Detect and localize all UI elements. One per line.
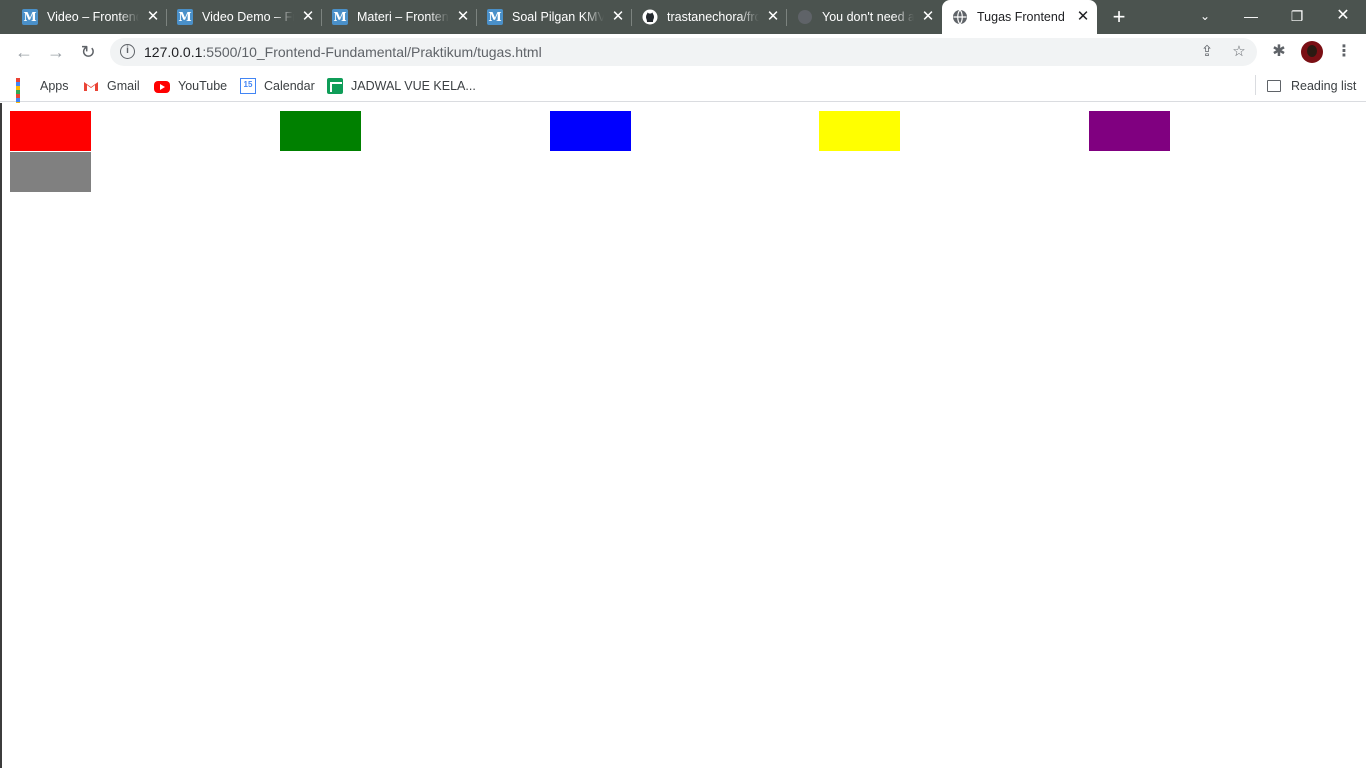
apps-grid-icon: [16, 78, 32, 114]
site-info-icon[interactable]: i: [120, 44, 135, 59]
tab-video-demo[interactable]: M Video Demo – Frontend ✕: [167, 0, 322, 34]
reload-icon[interactable]: ↻: [76, 41, 100, 63]
yellow-box: [819, 111, 900, 151]
tab-github[interactable]: trastanechora/frontend ✕: [632, 0, 787, 34]
reading-list-icon: [1267, 80, 1281, 92]
new-tab-button[interactable]: +: [1109, 6, 1129, 28]
tab-title: Materi – Frontend: [357, 10, 449, 24]
close-icon[interactable]: ✕: [765, 9, 781, 25]
menu-icon[interactable]: ⋮: [1334, 42, 1354, 62]
share-icon[interactable]: ⇪: [1198, 43, 1216, 61]
bookmark-label: Calendar: [264, 79, 315, 93]
url-host: 127.0.0.1: [144, 44, 203, 60]
browser-toolbar: ← → ↻ i 127.0.0.1:5500/10_Frontend-Funda…: [0, 34, 1366, 70]
url-path: :5500/10_Frontend-Fundamental/Praktikum/…: [202, 44, 542, 60]
tab-title: trastanechora/frontend: [667, 10, 759, 24]
close-icon[interactable]: ✕: [455, 9, 471, 25]
purple-box: [1089, 111, 1170, 151]
m-icon: M: [177, 9, 193, 25]
blue-box: [550, 111, 631, 151]
globe-icon: [797, 9, 813, 25]
close-icon[interactable]: ✕: [920, 9, 936, 25]
m-icon: M: [487, 9, 503, 25]
tab-strip: M Video – Frontend ✕ M Video Demo – Fron…: [0, 0, 1366, 34]
tab-soal-pilgan[interactable]: M Soal Pilgan KMVue ✕: [477, 0, 632, 34]
m-icon: M: [22, 9, 38, 25]
youtube-icon: [154, 81, 170, 93]
bookmark-label: JADWAL VUE KELA...: [351, 79, 476, 93]
calendar-icon: 15: [240, 78, 256, 94]
bookmark-jadwal[interactable]: JADWAL VUE KELA...: [327, 76, 476, 96]
extensions-icon[interactable]: ✱: [1269, 42, 1289, 62]
url-text[interactable]: 127.0.0.1:5500/10_Frontend-Fundamental/P…: [144, 44, 542, 60]
reading-list-label: Reading list: [1291, 79, 1357, 93]
bookmark-gmail[interactable]: Gmail: [83, 76, 140, 96]
sheets-icon: [327, 78, 343, 94]
bookmarks-divider: [1255, 75, 1256, 95]
close-icon[interactable]: ✕: [1075, 9, 1091, 25]
tab-title: Video – Frontend: [47, 10, 139, 24]
close-icon[interactable]: ✕: [610, 9, 626, 25]
bookmark-calendar[interactable]: 15 Calendar: [240, 76, 315, 96]
tab-materi-frontend[interactable]: M Materi – Frontend ✕: [322, 0, 477, 34]
forward-icon[interactable]: →: [44, 41, 68, 63]
back-icon[interactable]: ←: [12, 41, 36, 63]
tab-you-dont-need[interactable]: You don't need a ✕: [787, 0, 942, 34]
bookmarks-bar: Apps Gmail YouTube 15 Calendar JADWAL VU…: [0, 70, 1366, 114]
address-bar[interactable]: i 127.0.0.1:5500/10_Frontend-Fundamental…: [110, 38, 1257, 66]
close-icon[interactable]: ✕: [300, 9, 316, 25]
tab-video-frontend[interactable]: M Video – Frontend ✕: [12, 0, 167, 34]
bookmark-star-icon[interactable]: ☆: [1230, 43, 1248, 61]
m-icon: M: [332, 9, 348, 25]
browser-window: M Video – Frontend ✕ M Video Demo – Fron…: [0, 0, 1366, 768]
tab-title: Tugas Frontend: [977, 10, 1065, 24]
close-icon[interactable]: ✕: [145, 9, 161, 25]
tab-title: Video Demo – Frontend: [202, 10, 294, 24]
github-icon: [642, 9, 658, 25]
window-close-icon[interactable]: ✕: [1332, 6, 1354, 26]
red-box: [10, 111, 91, 151]
bookmark-apps[interactable]: Apps: [16, 76, 69, 114]
gray-box: [10, 152, 91, 192]
tab-title: You don't need a: [822, 10, 914, 24]
bookmark-label: Gmail: [107, 79, 140, 93]
bookmark-label: YouTube: [178, 79, 228, 93]
tab-search-icon[interactable]: ⌄: [1194, 6, 1216, 26]
minimize-icon[interactable]: —: [1240, 6, 1262, 26]
bookmark-label: Apps: [40, 79, 69, 93]
reading-list-button[interactable]: Reading list: [1267, 76, 1356, 96]
restore-icon[interactable]: ❐: [1286, 6, 1308, 26]
green-box: [280, 111, 361, 151]
tab-title: Soal Pilgan KMVue: [512, 10, 604, 24]
page-content: [0, 103, 1366, 768]
bookmark-youtube[interactable]: YouTube: [154, 76, 227, 96]
globe-icon: [952, 9, 968, 25]
gmail-icon: [83, 78, 99, 94]
tab-tugas-frontend[interactable]: Tugas Frontend ✕: [942, 0, 1097, 34]
profile-avatar[interactable]: [1301, 41, 1323, 63]
